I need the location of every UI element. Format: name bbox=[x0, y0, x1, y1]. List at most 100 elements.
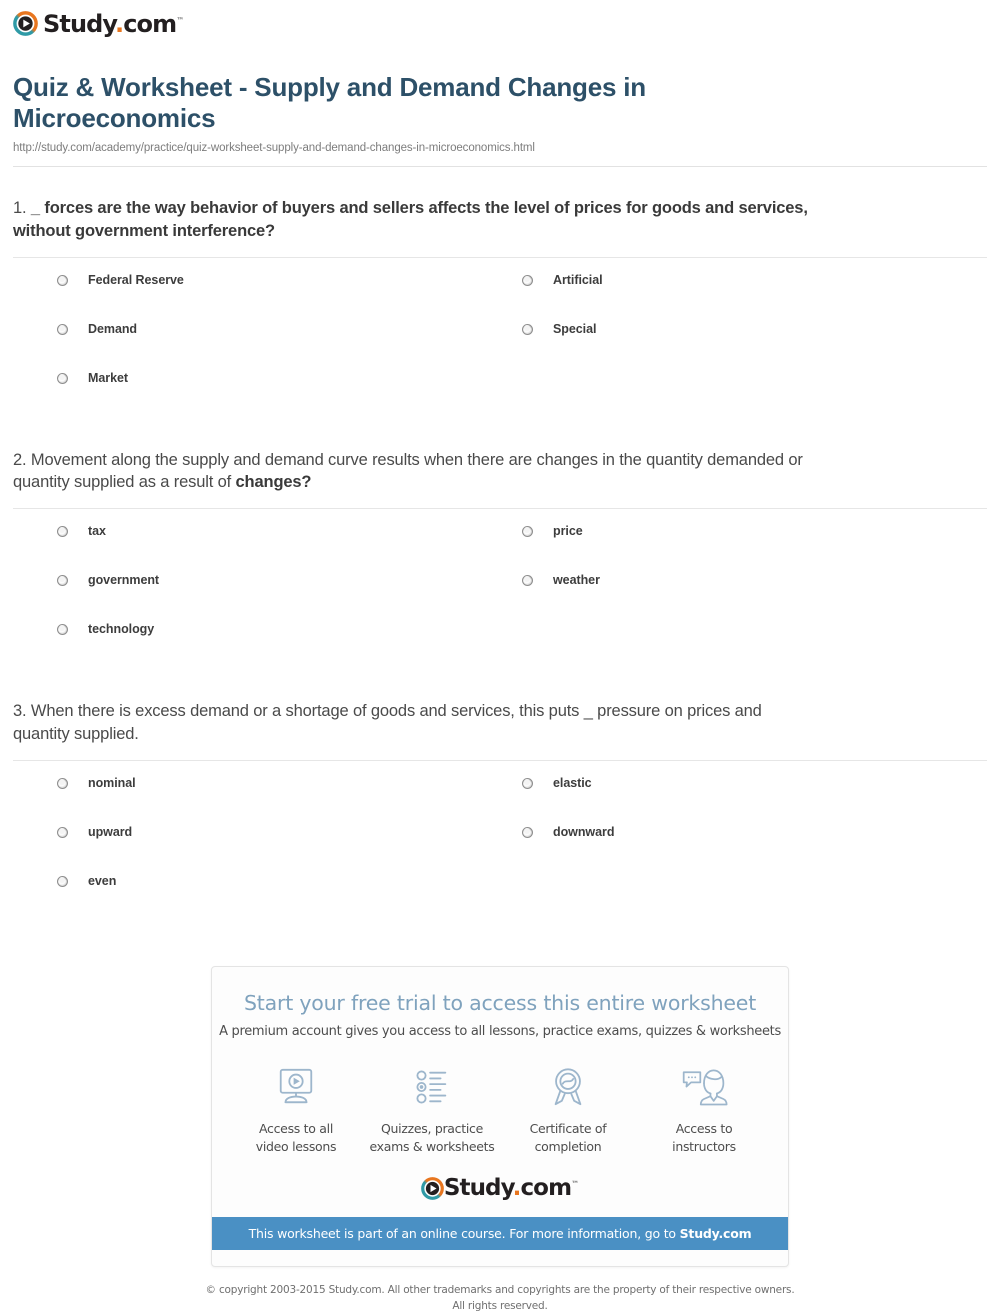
copyright-line-2: All rights reserved. bbox=[452, 1299, 548, 1312]
instructor-chat-icon bbox=[680, 1064, 728, 1110]
feature-label: Access to instructors bbox=[672, 1120, 736, 1156]
option-2-1[interactable]: tax bbox=[57, 523, 522, 572]
question-bold-1: _ forces are the way behavior of buyers … bbox=[13, 199, 808, 240]
radio-button-icon[interactable] bbox=[57, 274, 68, 286]
feature-line1: Certificate of bbox=[529, 1120, 607, 1136]
radio-button-icon[interactable] bbox=[522, 826, 533, 838]
copyright-footer: © copyright 2003-2015 Study.com. All oth… bbox=[0, 1283, 1000, 1313]
question-lead-2: Movement along the supply and demand cur… bbox=[13, 450, 803, 492]
radio-button-icon[interactable] bbox=[57, 372, 68, 384]
checklist-icon bbox=[409, 1064, 455, 1110]
option-label: upward bbox=[88, 824, 133, 839]
promo-card-container: Start your free trial to access this ent… bbox=[0, 965, 1000, 1268]
promo-study-com-logo[interactable]: Study.com™ bbox=[212, 1177, 788, 1201]
promo-banner-lead: This worksheet is part of an online cour… bbox=[248, 1226, 680, 1242]
question-number-1: 1. bbox=[13, 199, 27, 218]
logo-word-tld: com bbox=[520, 1175, 572, 1202]
option-label: technology bbox=[88, 622, 155, 637]
option-1-5[interactable]: Market bbox=[57, 370, 522, 419]
worksheet-header: Quiz & Worksheet - Supply and Demand Cha… bbox=[0, 72, 1000, 168]
option-1-4[interactable]: Special bbox=[522, 321, 987, 370]
option-3-3[interactable]: upward bbox=[57, 824, 522, 873]
page-title: Quiz & Worksheet - Supply and Demand Cha… bbox=[13, 72, 646, 133]
options-group-3: nominal elastic upward downward even bbox=[13, 761, 987, 922]
option-label: Special bbox=[553, 321, 597, 336]
option-label: Market bbox=[88, 370, 128, 385]
options-group-1: Federal Reserve Artificial Demand Specia… bbox=[13, 258, 987, 419]
page-url: http://study.com/academy/practice/quiz-w… bbox=[13, 142, 535, 155]
question-block-1: 1. _ forces are the way behavior of buye… bbox=[13, 167, 987, 419]
option-label: Artificial bbox=[553, 272, 603, 287]
feature-label: Access to all video lessons bbox=[256, 1120, 337, 1156]
logo-word-tld: com bbox=[123, 9, 177, 38]
option-label: Federal Reserve bbox=[88, 272, 184, 287]
radio-button-icon[interactable] bbox=[57, 826, 68, 838]
radio-button-icon[interactable] bbox=[522, 575, 533, 587]
feature-line2: video lessons bbox=[255, 1138, 337, 1154]
question-lead-3: When there is excess demand or a shortag… bbox=[13, 702, 762, 743]
option-1-2[interactable]: Artificial bbox=[522, 272, 987, 321]
radio-button-icon[interactable] bbox=[522, 526, 533, 538]
radio-button-icon[interactable] bbox=[522, 274, 533, 286]
feature-quizzes-worksheets: Quizzes, practice exams & worksheets bbox=[364, 1064, 500, 1156]
question-text-2: 2. Movement along the supply and demand … bbox=[13, 449, 813, 494]
logo-wordmark: Study.com™ bbox=[444, 1177, 579, 1200]
feature-instructors: Access to instructors bbox=[636, 1064, 772, 1156]
radio-button-icon[interactable] bbox=[522, 777, 533, 789]
option-label: even bbox=[88, 873, 117, 888]
top-header-bar: Study.com™ bbox=[0, 0, 1000, 52]
question-bold-2: changes? bbox=[235, 473, 312, 492]
question-number-3: 3. bbox=[13, 702, 27, 721]
play-circle-icon bbox=[420, 1177, 444, 1201]
option-label: price bbox=[553, 524, 583, 539]
promo-title: Start your free trial to access this ent… bbox=[243, 990, 757, 1015]
promo-features: Access to all video lessons Quizzes, pra… bbox=[212, 1064, 788, 1156]
trademark-symbol: ™ bbox=[571, 1179, 580, 1189]
option-2-3[interactable]: government bbox=[57, 572, 522, 621]
feature-line1: Access to bbox=[675, 1120, 733, 1136]
questions-list: 1. _ forces are the way behavior of buye… bbox=[0, 167, 1000, 922]
feature-certificate: Certificate of completion bbox=[500, 1064, 636, 1156]
trademark-symbol: ™ bbox=[176, 15, 185, 25]
feature-label: Quizzes, practice exams & worksheets bbox=[370, 1120, 495, 1156]
radio-button-icon[interactable] bbox=[57, 875, 68, 887]
option-3-4[interactable]: downward bbox=[522, 824, 987, 873]
option-2-5[interactable]: technology bbox=[57, 621, 522, 670]
logo-word-study: Study bbox=[43, 9, 116, 38]
question-number-2: 2. bbox=[13, 450, 27, 469]
logo-word-study: Study bbox=[443, 1175, 514, 1202]
logo-word-dot: . bbox=[114, 9, 124, 38]
free-trial-promo-card: Start your free trial to access this ent… bbox=[211, 965, 789, 1268]
option-label: Demand bbox=[88, 321, 138, 336]
promo-banner-brand: Study.com bbox=[679, 1226, 752, 1242]
option-3-1[interactable]: nominal bbox=[57, 775, 522, 824]
question-block-3: 3. When there is excess demand or a shor… bbox=[13, 670, 987, 922]
option-1-1[interactable]: Federal Reserve bbox=[57, 272, 522, 321]
study-com-logo[interactable]: Study.com™ bbox=[13, 11, 184, 36]
feature-line2: exams & worksheets bbox=[369, 1138, 495, 1154]
promo-banner[interactable]: This worksheet is part of an online cour… bbox=[212, 1217, 788, 1251]
option-label: government bbox=[88, 573, 160, 588]
feature-line2: completion bbox=[534, 1138, 602, 1154]
option-label: elastic bbox=[553, 775, 592, 790]
question-block-2: 2. Movement along the supply and demand … bbox=[13, 419, 987, 671]
radio-button-icon[interactable] bbox=[57, 575, 68, 587]
feature-label: Certificate of completion bbox=[530, 1120, 607, 1156]
radio-button-icon[interactable] bbox=[57, 323, 68, 335]
feature-video-lessons: Access to all video lessons bbox=[228, 1064, 364, 1156]
feature-line1: Access to all bbox=[259, 1120, 333, 1136]
radio-button-icon[interactable] bbox=[57, 777, 68, 789]
logo-wordmark: Study.com™ bbox=[43, 12, 184, 36]
monitor-play-icon bbox=[273, 1064, 319, 1110]
radio-button-icon[interactable] bbox=[57, 624, 68, 636]
radio-button-icon[interactable] bbox=[522, 323, 533, 335]
radio-button-icon[interactable] bbox=[57, 526, 68, 538]
feature-line2: instructors bbox=[672, 1138, 736, 1154]
option-3-2[interactable]: elastic bbox=[522, 775, 987, 824]
option-2-2[interactable]: price bbox=[522, 523, 987, 572]
option-1-3[interactable]: Demand bbox=[57, 321, 522, 370]
option-2-4[interactable]: weather bbox=[522, 572, 987, 621]
option-3-5[interactable]: even bbox=[57, 873, 522, 922]
option-label: nominal bbox=[88, 775, 136, 790]
copyright-line-1: © copyright 2003-2015 Study.com. All oth… bbox=[205, 1284, 795, 1297]
